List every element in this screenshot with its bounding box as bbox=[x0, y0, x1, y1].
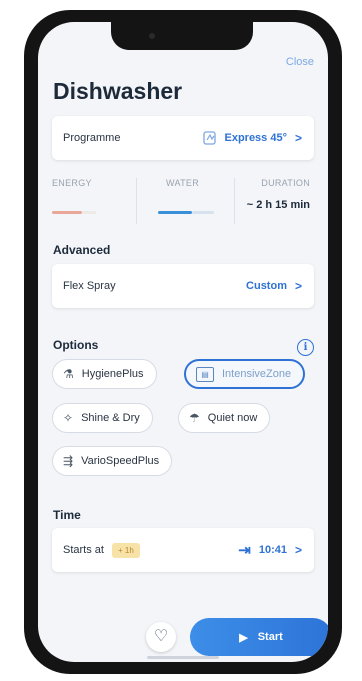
play-icon: ▶ bbox=[239, 631, 248, 644]
option-shine-dry[interactable]: ✧ Shine & Dry bbox=[52, 403, 153, 433]
duration-label: DURATION bbox=[261, 178, 310, 188]
chevron-right-icon: > bbox=[294, 543, 302, 557]
page-title: Dishwasher bbox=[53, 78, 183, 104]
option-label: HygienePlus bbox=[81, 368, 144, 380]
option-hygieneplus[interactable]: ⚗ HygienePlus bbox=[52, 359, 157, 389]
option-variospeedplus[interactable]: ⇶ VarioSpeedPlus bbox=[52, 446, 173, 476]
options-heading: Options bbox=[53, 338, 99, 352]
chevron-right-icon: > bbox=[294, 279, 302, 293]
home-indicator bbox=[147, 656, 219, 659]
info-icon[interactable]: i bbox=[297, 339, 314, 356]
energy-label: ENERGY bbox=[52, 178, 92, 188]
flex-spray-label: Flex Spray bbox=[63, 280, 116, 292]
option-label: VarioSpeedPlus bbox=[81, 455, 160, 467]
close-button[interactable]: Close bbox=[286, 56, 314, 68]
time-heading: Time bbox=[53, 508, 81, 522]
option-label: IntensiveZone bbox=[222, 368, 292, 380]
advanced-heading: Advanced bbox=[53, 243, 111, 257]
start-time-value[interactable]: ⇥ 10:41 > bbox=[238, 541, 302, 559]
express-icon bbox=[203, 131, 217, 145]
quiet-icon: ☂ bbox=[189, 411, 200, 425]
start-time-card[interactable]: Starts at + 1h ⇥ 10:41 > bbox=[52, 528, 314, 572]
option-label: Shine & Dry bbox=[81, 412, 140, 424]
camera bbox=[149, 33, 155, 39]
flex-spray-value[interactable]: Custom > bbox=[246, 279, 302, 293]
favorite-button[interactable]: ♡ bbox=[146, 622, 176, 652]
programme-label: Programme bbox=[63, 132, 121, 144]
programme-value-text: Express 45° bbox=[224, 132, 287, 144]
hygiene-icon: ⚗ bbox=[63, 367, 74, 381]
heart-icon: ♡ bbox=[153, 628, 169, 645]
option-intensivezone[interactable]: ▤ IntensiveZone bbox=[184, 359, 306, 389]
starts-at-label: Starts at bbox=[63, 544, 104, 556]
start-label: Start bbox=[257, 631, 283, 643]
water-label: WATER bbox=[166, 178, 199, 188]
shine-dry-icon: ✧ bbox=[63, 411, 74, 425]
stats-divider bbox=[136, 178, 137, 224]
vario-speed-icon: ⇶ bbox=[63, 454, 74, 468]
phone-frame: Close Dishwasher Programme Express 45° >… bbox=[24, 10, 342, 674]
app-screen: Close Dishwasher Programme Express 45° >… bbox=[38, 22, 328, 662]
energy-bar-track bbox=[82, 211, 96, 214]
water-bar bbox=[158, 211, 192, 214]
start-button[interactable]: ▶ Start bbox=[190, 618, 328, 656]
programme-card[interactable]: Programme Express 45° > bbox=[52, 116, 314, 160]
duration-value: ~ 2 h 15 min bbox=[246, 199, 310, 211]
stats-divider bbox=[234, 178, 235, 224]
energy-bar bbox=[52, 211, 82, 214]
flex-spray-value-text: Custom bbox=[246, 280, 287, 292]
water-bar-track bbox=[192, 211, 214, 214]
option-quiet-now[interactable]: ☂ Quiet now bbox=[178, 403, 271, 433]
delay-badge: + 1h bbox=[111, 542, 140, 558]
option-label: Quiet now bbox=[207, 412, 258, 424]
arrow-right-to-bar-icon: ⇥ bbox=[238, 542, 251, 559]
flex-spray-card[interactable]: Flex Spray Custom > bbox=[52, 264, 314, 308]
intensive-zone-icon: ▤ bbox=[196, 366, 214, 382]
stats-row: ENERGY WATER DURATION ~ 2 h 15 min bbox=[52, 178, 314, 226]
programme-value[interactable]: Express 45° > bbox=[202, 131, 302, 145]
start-time-text: 10:41 bbox=[258, 544, 287, 556]
notch bbox=[111, 22, 253, 50]
chevron-right-icon: > bbox=[294, 131, 302, 145]
